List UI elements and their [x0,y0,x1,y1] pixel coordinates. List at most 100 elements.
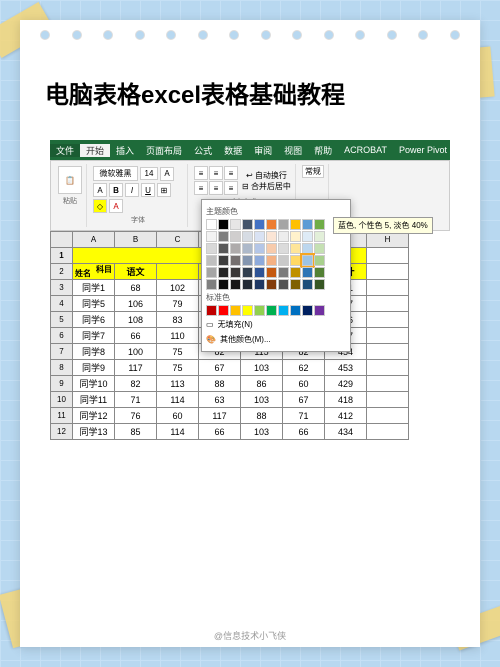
data-cell[interactable]: 79 [157,296,199,312]
number-format-select[interactable]: 常规 [302,165,324,178]
color-swatch[interactable] [302,279,313,290]
font-name-select[interactable]: 微软雅黑 [93,166,138,181]
row-header[interactable]: 1 [51,248,73,264]
row-header[interactable]: 6 [51,328,73,344]
name-cell[interactable]: 同学13 [73,424,115,440]
color-swatch[interactable] [218,267,229,278]
bold-button[interactable]: B [109,183,123,197]
color-swatch[interactable] [278,243,289,254]
data-cell[interactable]: 106 [115,296,157,312]
data-cell[interactable]: 88 [199,376,241,392]
tab-view[interactable]: 视图 [278,144,308,157]
color-swatch[interactable] [230,279,241,290]
data-cell[interactable]: 66 [199,424,241,440]
data-cell[interactable]: 114 [157,392,199,408]
color-swatch[interactable] [242,267,253,278]
color-swatch[interactable] [278,279,289,290]
color-swatch[interactable] [278,255,289,266]
increase-font-button[interactable]: A [160,167,174,181]
data-cell[interactable]: 66 [115,328,157,344]
cell[interactable] [367,344,409,360]
row-header[interactable]: 8 [51,360,73,376]
data-cell[interactable]: 67 [283,392,325,408]
paste-button[interactable]: 📋 [58,166,82,194]
cell[interactable] [367,264,409,280]
color-swatch[interactable] [218,279,229,290]
data-cell[interactable]: 102 [157,280,199,296]
color-swatch[interactable] [218,219,229,230]
name-cell[interactable]: 同学12 [73,408,115,424]
color-swatch[interactable] [278,231,289,242]
tab-review[interactable]: 审阅 [248,144,278,157]
wrap-text-button[interactable]: ↩ 自动换行 [242,170,291,181]
color-swatch[interactable] [266,305,277,316]
color-swatch[interactable] [218,255,229,266]
color-swatch[interactable] [266,231,277,242]
color-swatch[interactable] [206,231,217,242]
color-swatch[interactable] [242,231,253,242]
color-swatch[interactable] [254,231,265,242]
color-swatch[interactable] [314,231,325,242]
data-cell[interactable]: 71 [283,408,325,424]
data-cell[interactable]: 434 [325,424,367,440]
align-bottom-button[interactable]: ≡ [224,166,238,180]
color-swatch[interactable] [302,267,313,278]
color-swatch[interactable] [314,243,325,254]
cell[interactable] [367,248,409,264]
data-cell[interactable]: 88 [241,408,283,424]
color-swatch[interactable] [254,219,265,230]
data-cell[interactable]: 75 [157,360,199,376]
fill-color-button[interactable]: ◇ [93,199,107,213]
color-swatch[interactable] [218,231,229,242]
data-cell[interactable]: 110 [157,328,199,344]
color-swatch[interactable] [206,279,217,290]
color-swatch[interactable] [266,255,277,266]
no-fill-option[interactable]: ▭ 无填充(N) [206,317,346,332]
color-swatch[interactable] [314,219,325,230]
data-cell[interactable]: 66 [283,424,325,440]
data-cell[interactable]: 429 [325,376,367,392]
data-cell[interactable]: 63 [199,392,241,408]
data-cell[interactable]: 76 [115,408,157,424]
column-header[interactable]: A [73,232,115,248]
color-swatch[interactable] [266,279,277,290]
more-colors-option[interactable]: 🎨 其他颜色(M)... [206,332,346,347]
row-header[interactable]: 9 [51,376,73,392]
color-swatch[interactable] [314,267,325,278]
data-cell[interactable]: 71 [115,392,157,408]
cell[interactable] [367,296,409,312]
align-right-button[interactable]: ≡ [224,181,238,195]
color-swatch[interactable] [230,243,241,254]
color-swatch[interactable] [278,219,289,230]
cell[interactable] [367,280,409,296]
color-swatch[interactable] [290,267,301,278]
color-swatch[interactable] [302,231,313,242]
row-header[interactable]: 5 [51,312,73,328]
align-left-button[interactable]: ≡ [194,181,208,195]
data-cell[interactable]: 103 [241,424,283,440]
color-swatch[interactable] [254,305,265,316]
data-cell[interactable]: 86 [241,376,283,392]
tab-help[interactable]: 帮助 [308,144,338,157]
data-cell[interactable]: 85 [115,424,157,440]
data-cell[interactable]: 453 [325,360,367,376]
data-cell[interactable]: 117 [199,408,241,424]
color-swatch[interactable] [314,255,325,266]
decrease-font-button[interactable]: A [93,183,107,197]
merge-center-button[interactable]: ⊟ 合并后居中 [242,181,291,192]
color-swatch[interactable] [278,267,289,278]
color-swatch[interactable] [206,219,217,230]
data-cell[interactable]: 67 [199,360,241,376]
color-swatch[interactable] [290,219,301,230]
color-swatch[interactable] [266,267,277,278]
row-header[interactable]: 10 [51,392,73,408]
color-swatch[interactable] [278,305,289,316]
cell[interactable] [367,392,409,408]
name-cell[interactable]: 同学1 [73,280,115,296]
data-cell[interactable]: 114 [157,424,199,440]
diagonal-header-cell[interactable]: 科目姓名 [73,264,115,280]
row-header[interactable]: 7 [51,344,73,360]
name-cell[interactable]: 同学10 [73,376,115,392]
italic-button[interactable]: I [125,183,139,197]
font-color-button[interactable]: A [109,199,123,213]
